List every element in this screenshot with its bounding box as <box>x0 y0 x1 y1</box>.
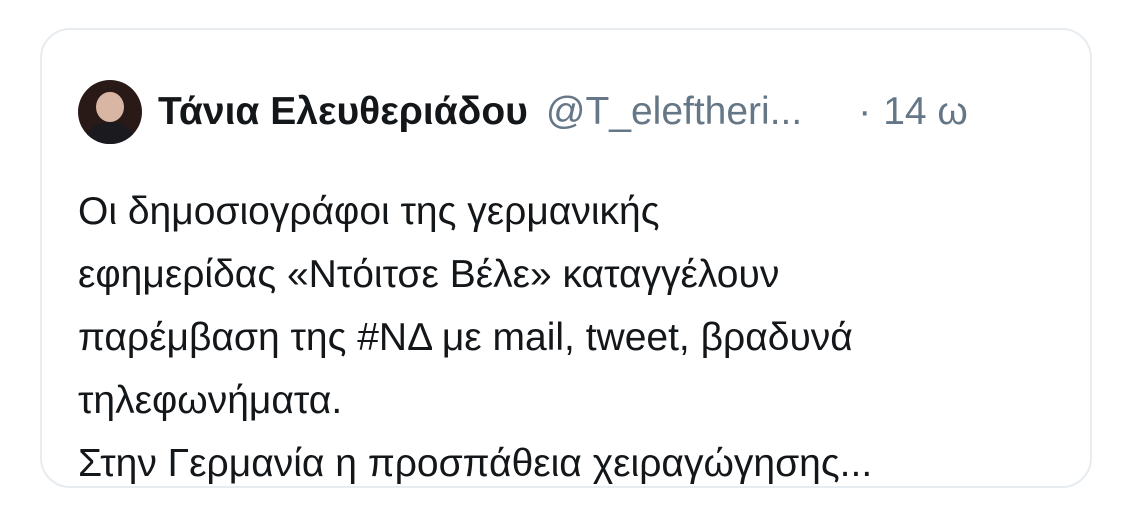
author-avatar[interactable] <box>78 80 142 144</box>
tweet-text-line: Στην Γερμανία η προσπάθεια χειραγώγησης.… <box>78 442 873 485</box>
author-name[interactable]: Τάνια Ελευθεριάδου <box>158 90 528 134</box>
time-separator: · <box>858 90 872 133</box>
quoted-tweet-card[interactable]: Τάνια Ελευθεριάδου @T_eleftheri... · 14 … <box>40 28 1092 488</box>
tweet-text-line: παρέμβαση της #ΝΔ με mail, tweet, βραδυν… <box>78 316 853 359</box>
tweet-text-line: τηλεφωνήματα. <box>78 379 343 422</box>
tweet-text-line: εφημερίδας «Ντόιτσε Βέλε» καταγγέλουν <box>78 253 780 296</box>
tweet-text-line: Οι δημοσιογράφοι της γερμανικής <box>78 190 660 233</box>
author-handle[interactable]: @T_eleftheri... <box>546 90 802 134</box>
tweet-text: Οι δημοσιογράφοι της γερμανικής εφημερίδ… <box>78 180 1038 495</box>
tweet-time[interactable]: 14 ω <box>883 90 968 134</box>
tweet-header: Τάνια Ελευθεριάδου @T_eleftheri... · 14 … <box>78 76 1054 148</box>
